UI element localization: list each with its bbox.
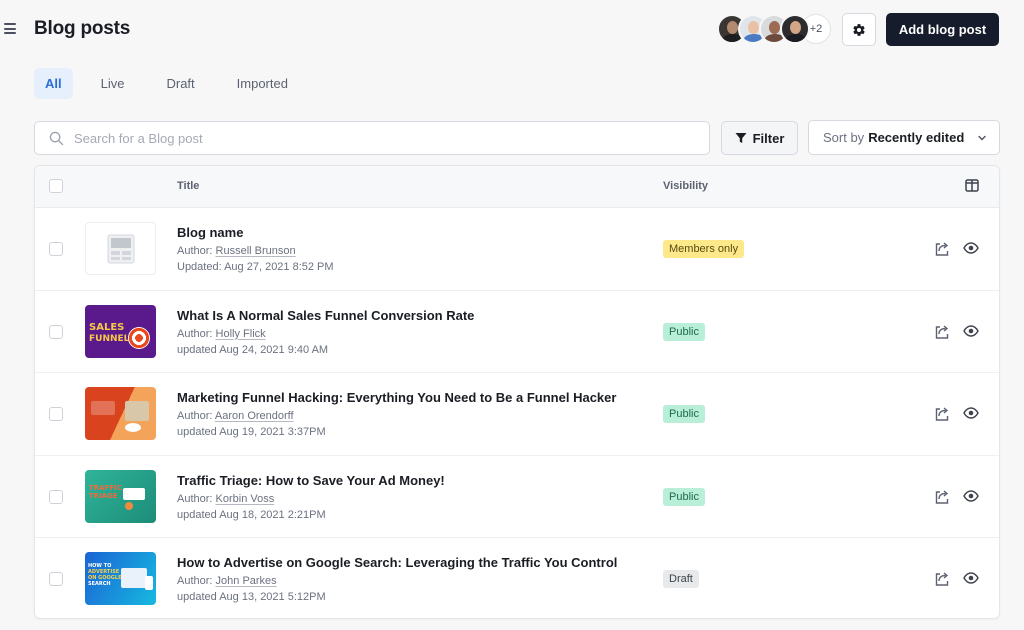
author-label: Author: <box>177 327 213 340</box>
post-title[interactable]: Blog name <box>177 225 243 240</box>
tab-draft[interactable]: Draft <box>156 68 204 99</box>
share-icon[interactable] <box>934 406 950 422</box>
share-icon[interactable] <box>934 241 950 257</box>
thumbnail-text: SALES <box>89 321 125 333</box>
filter-label: Filter <box>752 130 785 146</box>
visibility-badge: Draft <box>663 570 699 589</box>
thumbnail-text: SEARCH <box>88 581 111 588</box>
post-updated: updated Aug 13, 2021 5:12PM <box>177 591 326 604</box>
tab-bar: All Live Draft Imported <box>34 68 312 99</box>
thumbnail-graphic <box>91 401 115 416</box>
eye-icon[interactable] <box>963 324 979 337</box>
row-checkbox[interactable] <box>49 242 63 256</box>
visibility-badge: Public <box>663 405 705 424</box>
traffic-triage-thumbnail[interactable]: TRAFFIC TRIAGE <box>85 469 156 523</box>
search-icon <box>49 131 64 145</box>
placeholder-image-thumbnail[interactable] <box>85 222 156 275</box>
post-title[interactable]: What Is A Normal Sales Funnel Conversion… <box>177 308 474 323</box>
table-header: Title Visibility <box>35 166 999 208</box>
target-graphic <box>128 326 150 349</box>
share-icon[interactable] <box>934 571 950 587</box>
tab-imported[interactable]: Imported <box>227 68 298 99</box>
thumbnail-text: TRIAGE <box>89 491 118 500</box>
thumbnail-graphic <box>125 423 141 433</box>
row-checkbox[interactable] <box>49 572 63 587</box>
author-label: Author: <box>177 410 213 423</box>
author-label: Author: <box>177 245 213 257</box>
share-icon[interactable] <box>934 489 950 505</box>
visibility-badge: Public <box>663 487 705 506</box>
select-all-checkbox[interactable] <box>49 179 63 193</box>
table-row[interactable]: SALES FUNNEL What Is A Normal Sales Funn… <box>35 291 999 374</box>
sort-dropdown[interactable]: Sort by Recently edited <box>808 120 1000 155</box>
post-updated: updated Aug 24, 2021 9:40 AM <box>177 343 329 356</box>
column-header-visibility[interactable]: Visibility <box>663 180 708 192</box>
columns-icon[interactable] <box>965 179 979 192</box>
column-header-title[interactable]: Title <box>177 180 199 192</box>
eye-icon[interactable] <box>963 572 979 585</box>
image-placeholder-icon <box>107 234 134 263</box>
sales-funnel-thumbnail[interactable]: SALES FUNNEL <box>85 304 156 358</box>
thumbnail-graphic <box>123 487 145 500</box>
funnel-hacking-thumbnail[interactable] <box>85 387 156 441</box>
post-author: Author: Russell Brunson <box>177 245 296 257</box>
post-title[interactable]: Traffic Triage: How to Save Your Ad Mone… <box>177 473 445 488</box>
post-author: Author: Aaron Orendorff <box>177 410 294 422</box>
author-link[interactable]: Holly Flick <box>216 328 266 340</box>
thumbnail-text: FUNNEL <box>89 333 130 344</box>
share-icon[interactable] <box>934 324 950 340</box>
settings-button[interactable] <box>842 13 876 46</box>
row-checkbox[interactable] <box>49 324 63 339</box>
search-input[interactable] <box>74 130 709 146</box>
table-row[interactable]: HOW TO ADVERTISE ON GOOGLE SEARCH How to… <box>35 538 999 618</box>
menu-icon[interactable] <box>4 23 16 35</box>
eye-icon[interactable] <box>963 490 979 502</box>
post-title[interactable]: How to Advertise on Google Search: Lever… <box>177 555 617 570</box>
sort-value: Recently edited <box>868 130 965 145</box>
post-author: Author: John Parkes <box>177 575 277 587</box>
gear-icon <box>853 23 865 36</box>
author-link[interactable]: Russell Brunson <box>216 245 296 257</box>
collaborator-avatars[interactable]: +2 <box>717 14 831 44</box>
author-label: Author: <box>177 492 213 505</box>
post-updated: updated Aug 18, 2021 2:21PM <box>177 508 326 521</box>
tab-live[interactable]: Live <box>91 68 135 99</box>
author-link[interactable]: Korbin Voss <box>216 493 275 505</box>
row-checkbox[interactable] <box>49 489 63 504</box>
post-updated: updated Aug 19, 2021 3:37PM <box>177 426 326 439</box>
thumbnail-graphic <box>125 401 149 422</box>
page-title: Blog posts <box>34 18 131 39</box>
thumbnail-graphic <box>125 501 133 510</box>
blog-posts-table: Title Visibility Blog name Author: Russe… <box>34 165 1000 619</box>
row-checkbox[interactable] <box>49 407 63 422</box>
post-author: Author: Korbin Voss <box>177 493 274 505</box>
filter-button[interactable]: Filter <box>721 121 798 155</box>
sort-prefix: Sort by <box>823 130 865 145</box>
eye-icon[interactable] <box>963 242 979 254</box>
tab-all[interactable]: All <box>34 68 73 99</box>
search-box[interactable] <box>34 121 710 155</box>
eye-icon[interactable] <box>963 407 979 419</box>
table-row[interactable]: Blog name Author: Russell Brunson Update… <box>35 208 999 291</box>
add-blog-post-button[interactable]: Add blog post <box>886 13 999 46</box>
table-row[interactable]: Marketing Funnel Hacking: Everything You… <box>35 373 999 456</box>
post-title[interactable]: Marketing Funnel Hacking: Everything You… <box>177 390 616 405</box>
thumbnail-text: TRAFFIC <box>89 483 122 492</box>
table-row[interactable]: TRAFFIC TRIAGE Traffic Triage: How to Sa… <box>35 456 999 539</box>
thumbnail-graphic <box>145 576 153 591</box>
post-updated: Updated: Aug 27, 2021 8:52 PM <box>177 261 334 273</box>
filter-icon <box>735 133 747 143</box>
avatar[interactable] <box>780 14 810 44</box>
author-link[interactable]: John Parkes <box>216 575 277 587</box>
visibility-badge: Members only <box>663 240 745 258</box>
thumbnail-graphic <box>121 568 147 589</box>
post-author: Author: Holly Flick <box>177 328 266 340</box>
author-link[interactable]: Aaron Orendorff <box>215 410 294 422</box>
google-search-thumbnail[interactable]: HOW TO ADVERTISE ON GOOGLE SEARCH <box>85 552 156 606</box>
visibility-badge: Public <box>663 322 705 341</box>
chevron-down-icon <box>978 135 986 140</box>
author-label: Author: <box>177 575 213 588</box>
